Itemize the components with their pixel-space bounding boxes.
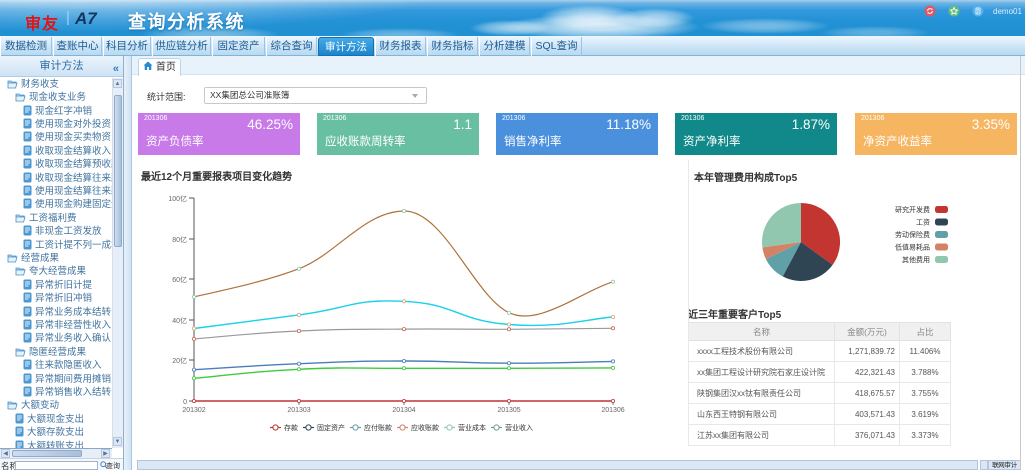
svg-text:低值易耗品: 低值易耗品 <box>895 243 930 252</box>
svg-text:其他费用: 其他费用 <box>902 255 930 264</box>
svg-text:0: 0 <box>183 399 187 406</box>
svg-text:固定资产: 固定资产 <box>317 423 345 432</box>
svg-text:201303: 201303 <box>287 407 310 414</box>
svg-text:40亿: 40亿 <box>172 316 187 325</box>
svg-text:201304: 201304 <box>392 407 415 414</box>
svg-text:60亿: 60亿 <box>172 275 187 284</box>
svg-text:营业成本: 营业成本 <box>458 423 486 432</box>
svg-text:营业收入: 营业收入 <box>505 423 533 432</box>
svg-text:100亿: 100亿 <box>168 194 187 203</box>
svg-text:201305: 201305 <box>497 407 520 414</box>
svg-text:存款: 存款 <box>284 423 298 432</box>
svg-text:工资: 工资 <box>916 218 930 227</box>
svg-text:201306: 201306 <box>601 407 624 414</box>
svg-text:劳动保险费: 劳动保险费 <box>895 230 930 239</box>
svg-text:80亿: 80亿 <box>172 235 187 244</box>
svg-text:应付账款: 应付账款 <box>364 423 392 432</box>
svg-text:201302: 201302 <box>182 407 205 414</box>
svg-text:应收账款: 应收账款 <box>411 423 439 432</box>
svg-text:研究开发费: 研究开发费 <box>895 205 930 214</box>
svg-text:20亿: 20亿 <box>172 356 187 365</box>
